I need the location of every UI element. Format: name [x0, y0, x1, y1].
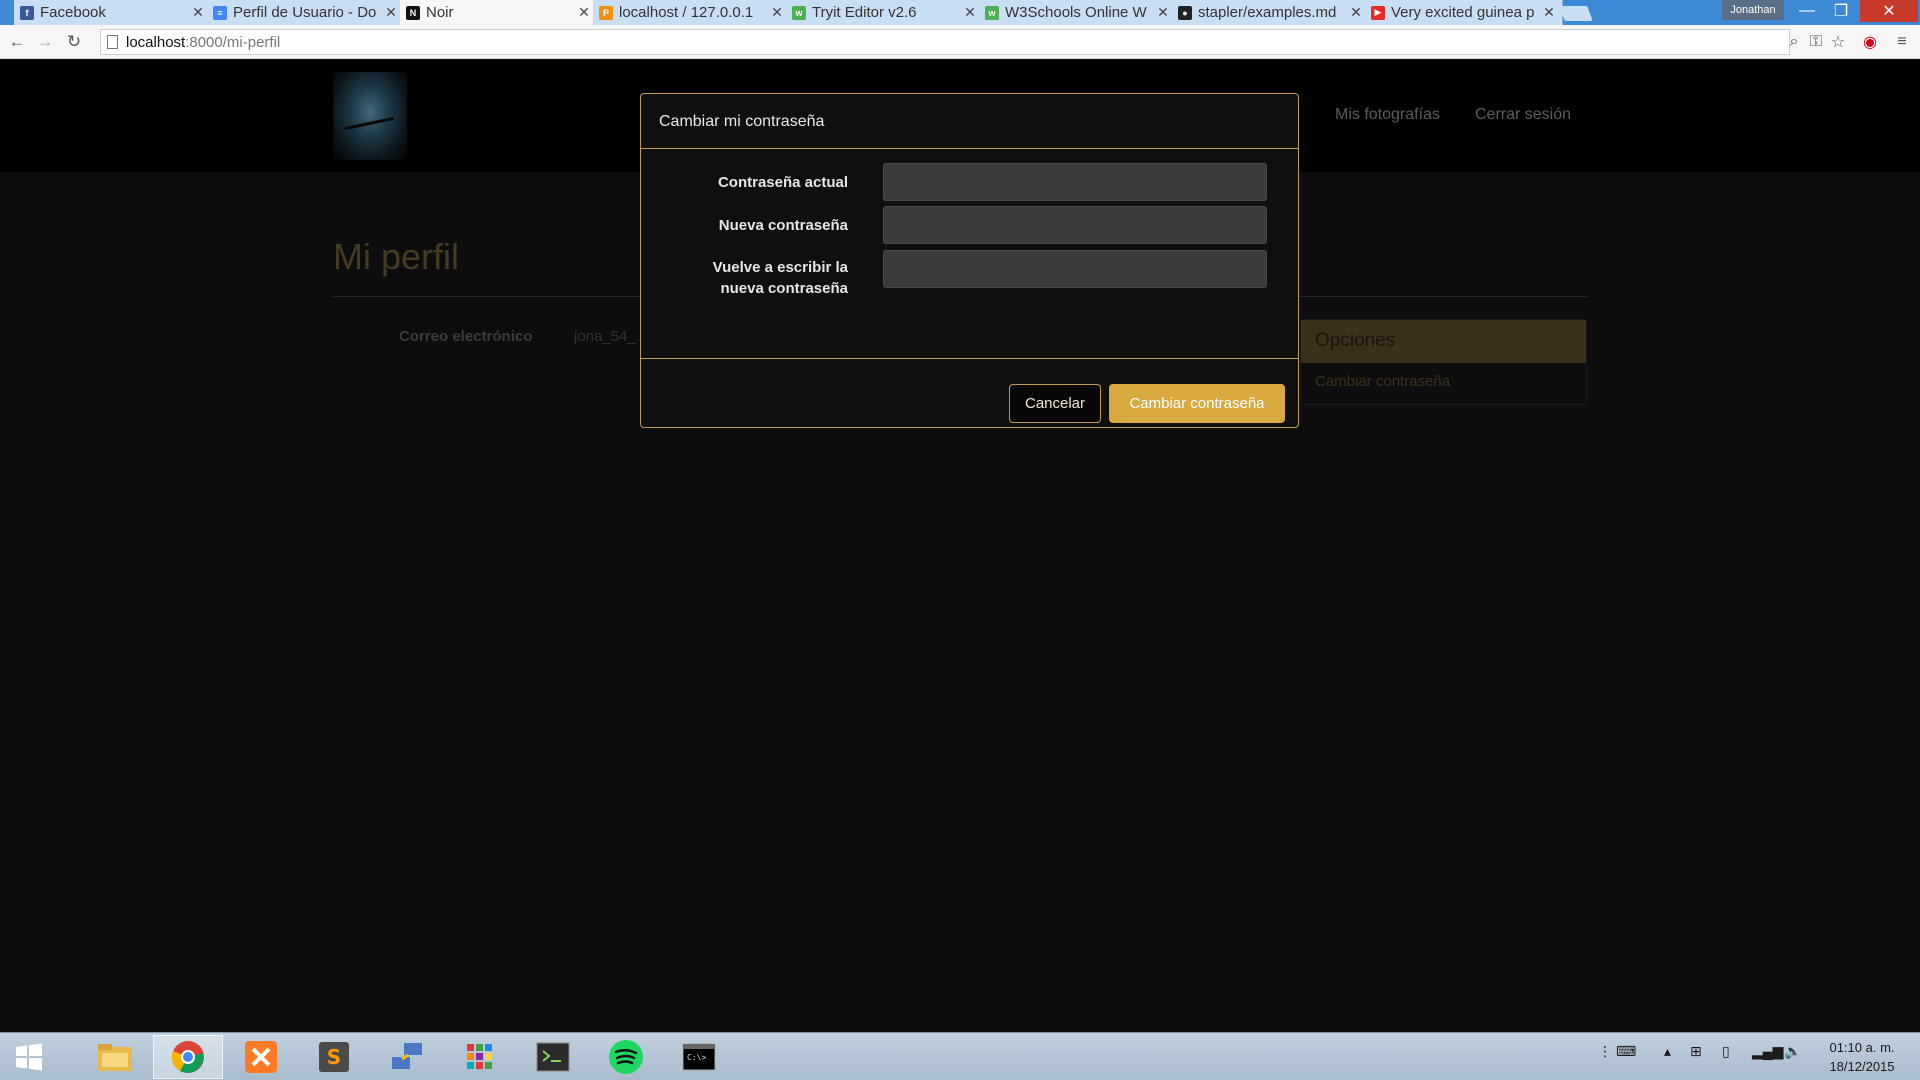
xampp-icon[interactable]: [226, 1035, 296, 1079]
tab-title: Tryit Editor v2.6: [812, 4, 917, 21]
address-bar[interactable]: localhost:8000/mi-perfil: [100, 29, 1790, 55]
close-icon[interactable]: ✕: [1349, 4, 1363, 21]
menu-icon[interactable]: ≡: [1892, 32, 1912, 52]
sublime-text-icon[interactable]: S: [299, 1035, 369, 1079]
cancel-button[interactable]: Cancelar: [1009, 384, 1101, 423]
close-icon[interactable]: ✕: [1156, 4, 1170, 21]
close-window-icon[interactable]: ✕: [1860, 0, 1918, 22]
clock-date: 18/12/2015: [1829, 1059, 1895, 1074]
volume-icon[interactable]: 🔈: [1784, 1043, 1801, 1060]
phone-icon[interactable]: ▯: [1722, 1043, 1730, 1060]
repeat-password-label: Vuelve a escribir la nueva contraseña: [648, 257, 848, 299]
windows-taskbar: S C:\> ⋮ ⌨ ▴ ⊞ ▯ ▂▄▆ 🔈 01:10 a. m. 18/12…: [0, 1032, 1920, 1080]
w3schools-icon: w: [792, 5, 806, 20]
tab-title: stapler/examples.md: [1198, 4, 1337, 21]
reload-icon[interactable]: ↻: [64, 32, 84, 52]
zoom-icon[interactable]: ⌕: [1784, 32, 1804, 52]
modal-body: Contraseña actual Nueva contraseña Vuelv…: [641, 149, 1298, 359]
url-host: localhost: [126, 33, 186, 51]
windows-flag-icon[interactable]: ⊞: [1690, 1043, 1702, 1060]
svg-text:C:\>: C:\>: [687, 1053, 706, 1062]
new-password-input[interactable]: [883, 206, 1267, 244]
close-icon[interactable]: ✕: [770, 4, 784, 21]
noir-icon: N: [406, 5, 420, 20]
apps-grid-icon[interactable]: [445, 1035, 515, 1079]
tab-title: localhost / 127.0.0.1: [619, 4, 754, 21]
tab-noir[interactable]: N Noir ✕: [400, 0, 598, 25]
tab-facebook[interactable]: f Facebook ✕: [14, 0, 212, 25]
file-explorer-icon[interactable]: [80, 1035, 150, 1079]
close-icon[interactable]: ✕: [191, 4, 205, 21]
close-icon[interactable]: ✕: [1542, 4, 1556, 21]
close-icon[interactable]: ✕: [963, 4, 977, 21]
github-icon: ●: [1178, 5, 1192, 20]
keyboard-icon[interactable]: ⌨: [1616, 1043, 1636, 1060]
tab-tryit-editor[interactable]: w Tryit Editor v2.6 ✕: [786, 0, 984, 25]
terminal-icon[interactable]: [518, 1035, 588, 1079]
tab-title: Noir: [426, 4, 454, 21]
forward-arrow-icon[interactable]: →: [35, 32, 55, 52]
page-content: Mis fotografías Cerrar sesión Mi perfil …: [0, 60, 1920, 1032]
youtube-icon: ▶: [1371, 5, 1385, 20]
console-icon[interactable]: C:\>: [664, 1035, 734, 1079]
chrome-icon[interactable]: [153, 1035, 223, 1079]
change-password-modal: Cambiar mi contraseña Contraseña actual …: [640, 93, 1299, 428]
browser-toolbar: ← → ↻ localhost:8000/mi-perfil ⌕ ⚿ ☆ ◉ ≡: [0, 25, 1920, 59]
repeat-password-label-line2: nueva contraseña: [720, 280, 848, 297]
network-signal-icon[interactable]: ▂▄▆: [1752, 1043, 1783, 1060]
tab-phpmyadmin[interactable]: P localhost / 127.0.0.1 ✕: [593, 0, 791, 25]
repeat-password-label-line1: Vuelve a escribir la: [712, 259, 848, 276]
back-arrow-icon[interactable]: ←: [7, 32, 27, 52]
url-path: :8000/mi-perfil: [185, 33, 281, 51]
tab-github-stapler[interactable]: ● stapler/examples.md ✕: [1172, 0, 1370, 25]
tab-perfil-de-usuario[interactable]: ≡ Perfil de Usuario - Do ✕: [207, 0, 405, 25]
chevron-up-icon[interactable]: ▴: [1664, 1043, 1671, 1060]
new-password-label: Nueva contraseña: [718, 217, 848, 234]
system-clock[interactable]: 01:10 a. m. 18/12/2015: [1812, 1038, 1912, 1076]
browser-tab-strip: f Facebook ✕ ≡ Perfil de Usuario - Do ✕ …: [0, 0, 1920, 25]
change-password-button[interactable]: Cambiar contraseña: [1109, 384, 1285, 423]
tab-title: W3Schools Online W: [1005, 4, 1147, 21]
clock-time: 01:10 a. m.: [1829, 1040, 1895, 1055]
tab-title: Facebook: [40, 4, 106, 21]
key-icon[interactable]: ⚿: [1806, 32, 1826, 52]
tab-w3schools[interactable]: w W3Schools Online W ✕: [979, 0, 1177, 25]
modal-title: Cambiar mi contraseña: [641, 94, 1298, 149]
phpmyadmin-icon: P: [599, 5, 613, 20]
w3schools-icon: w: [985, 5, 999, 20]
minimize-icon[interactable]: —: [1790, 0, 1824, 22]
current-password-label: Contraseña actual: [717, 174, 848, 191]
spotify-icon[interactable]: [591, 1035, 661, 1079]
network-tool-icon[interactable]: [372, 1035, 442, 1079]
svg-text:S: S: [327, 1045, 341, 1069]
tab-title: Perfil de Usuario - Do: [233, 4, 377, 21]
browser-profile-name[interactable]: Jonathan: [1722, 0, 1784, 20]
star-icon[interactable]: ☆: [1828, 32, 1848, 52]
new-tab-button[interactable]: [1559, 6, 1593, 21]
taskbar-grip-icon: ⋮: [1598, 1043, 1612, 1059]
tab-title: Very excited guinea p: [1391, 4, 1535, 21]
close-icon[interactable]: ✕: [384, 4, 398, 21]
tab-youtube[interactable]: ▶ Very excited guinea p ✕: [1365, 0, 1563, 25]
current-password-input[interactable]: [883, 163, 1267, 201]
docs-icon: ≡: [213, 5, 227, 20]
opera-extension-icon[interactable]: ◉: [1860, 32, 1880, 52]
windows-start-icon[interactable]: [0, 1035, 58, 1079]
maximize-icon[interactable]: ❐: [1824, 0, 1858, 22]
repeat-password-input[interactable]: [883, 250, 1267, 288]
page-icon: [107, 35, 118, 49]
facebook-icon: f: [20, 5, 34, 20]
close-icon[interactable]: ✕: [577, 4, 591, 21]
